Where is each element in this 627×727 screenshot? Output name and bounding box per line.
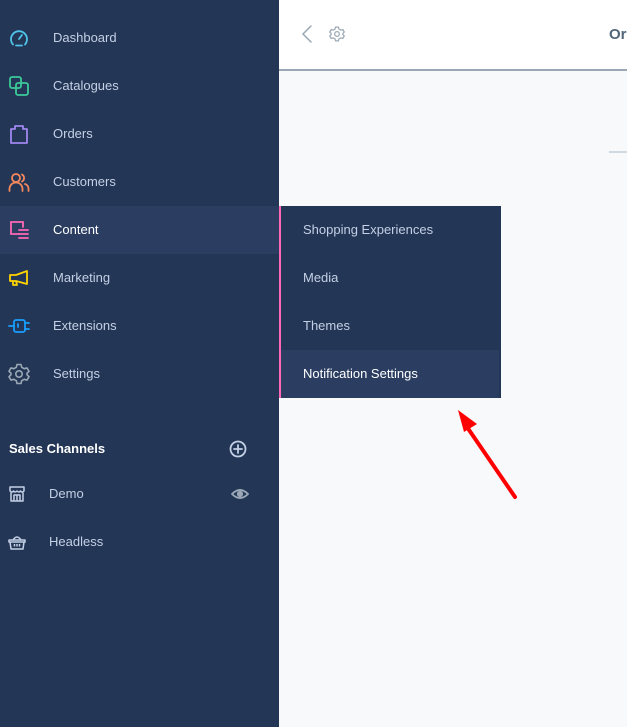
sidebar: Dashboard Catalogues Orders Customers Co… — [0, 0, 279, 727]
sidebar-item-dashboard[interactable]: Dashboard — [0, 14, 279, 62]
eye-icon[interactable] — [230, 487, 250, 501]
sidebar-item-content[interactable]: Content — [0, 206, 279, 254]
sales-channels-title: Sales Channels — [9, 441, 106, 456]
orders-icon — [8, 123, 30, 145]
sales-channel-label: Demo — [49, 486, 84, 501]
sidebar-item-label: Dashboard — [53, 30, 117, 45]
content-icon — [8, 219, 30, 241]
sales-channel-headless[interactable]: Headless — [0, 518, 279, 566]
page-title: Or — [609, 26, 627, 43]
sidebar-item-label: Content — [53, 222, 99, 237]
flyout-item-media[interactable]: Media — [281, 254, 499, 302]
flyout-item-label: Notification Settings — [303, 366, 418, 381]
sales-channel-label: Headless — [49, 534, 104, 549]
sidebar-item-catalogues[interactable]: Catalogues — [0, 62, 279, 110]
sidebar-item-label: Extensions — [53, 318, 117, 333]
flyout-item-shopping-experiences[interactable]: Shopping Experiences — [281, 206, 499, 254]
customers-icon — [8, 171, 30, 193]
annotation-arrow — [458, 410, 517, 499]
dashboard-icon — [8, 27, 30, 49]
sidebar-item-label: Settings — [53, 366, 100, 381]
content-divider — [609, 151, 627, 153]
plus-circle-icon[interactable] — [229, 440, 247, 458]
settings-icon — [8, 363, 30, 385]
flyout-item-notification-settings[interactable]: Notification Settings — [281, 350, 499, 398]
sales-channel-demo[interactable]: Demo — [0, 470, 279, 518]
marketing-icon — [8, 267, 30, 289]
sidebar-item-extensions[interactable]: Extensions — [0, 302, 279, 350]
gear-icon[interactable] — [329, 26, 345, 42]
flyout-item-label: Media — [303, 270, 339, 285]
content-flyout-menu: Shopping Experiences Media Themes Notifi… — [279, 206, 501, 398]
sidebar-item-customers[interactable]: Customers — [0, 158, 279, 206]
chevron-left-icon[interactable] — [299, 24, 315, 44]
extensions-icon — [8, 315, 30, 337]
sidebar-item-label: Orders — [53, 126, 93, 141]
storefront-icon — [8, 485, 26, 503]
sidebar-item-marketing[interactable]: Marketing — [0, 254, 279, 302]
basket-icon — [8, 533, 26, 551]
sidebar-item-settings[interactable]: Settings — [0, 350, 279, 398]
sidebar-item-orders[interactable]: Orders — [0, 110, 279, 158]
flyout-item-label: Themes — [303, 318, 350, 333]
sidebar-item-label: Marketing — [53, 270, 111, 285]
top-bar: Or — [279, 0, 627, 71]
flyout-item-label: Shopping Experiences — [303, 222, 434, 237]
sidebar-item-label: Customers — [53, 174, 116, 189]
catalogues-icon — [8, 75, 30, 97]
flyout-item-themes[interactable]: Themes — [281, 302, 499, 350]
sidebar-item-label: Catalogues — [53, 78, 119, 93]
